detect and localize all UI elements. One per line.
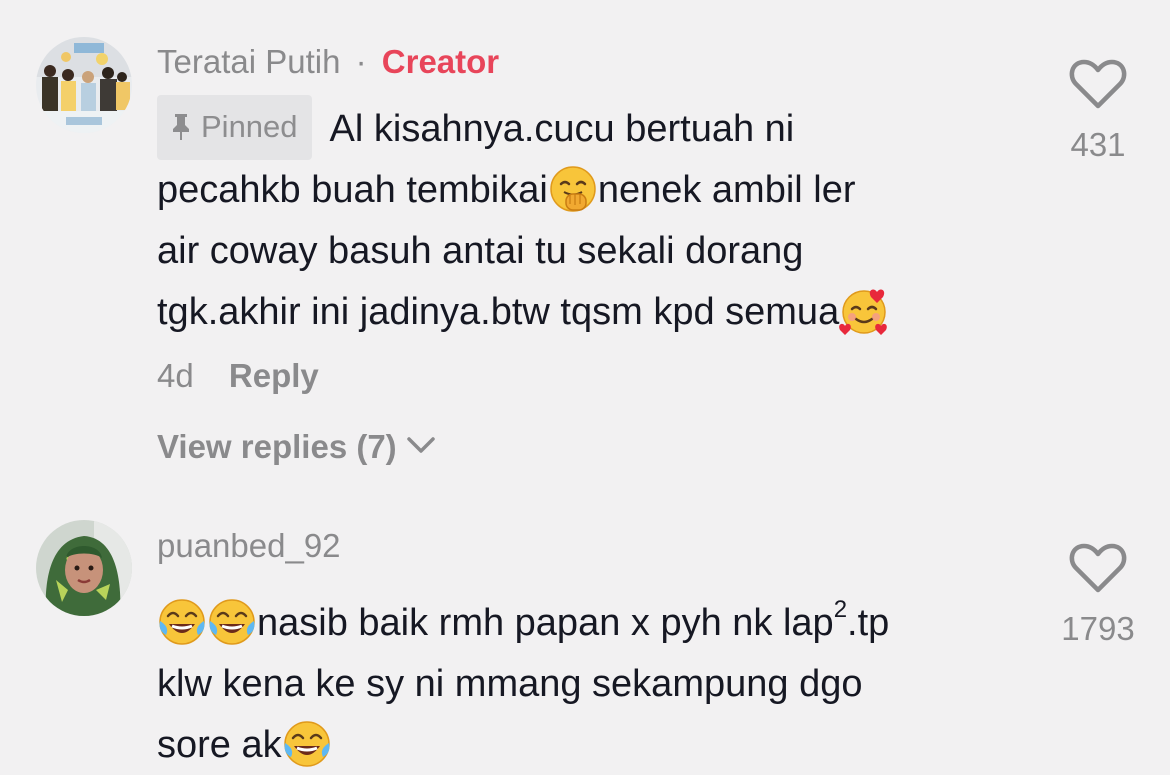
comment-meta: 4d Reply xyxy=(157,357,319,395)
comment-list: Teratai Putih · Creator Pinned Al kisahny… xyxy=(0,0,1170,775)
view-replies-button[interactable]: View replies (7) xyxy=(157,428,437,466)
like-count: 1793 xyxy=(1061,610,1135,647)
reply-button[interactable]: Reply xyxy=(229,357,319,394)
avatar[interactable] xyxy=(36,520,132,616)
comment-line: Al kisahnya.cucu bertuah ni xyxy=(329,108,795,150)
smiling-face-with-hearts-icon xyxy=(839,288,889,336)
comment-line: air coway basuh antai tu sekali dorang xyxy=(157,230,804,272)
heart-icon[interactable] xyxy=(1069,542,1127,594)
comment-line: klw kena ke sy ni mmang sekampung dgo xyxy=(157,663,863,705)
view-replies-label: View replies (7) xyxy=(157,428,397,465)
comment-line: pecahkb buah tembikai xyxy=(157,169,548,211)
author-name[interactable]: Teratai Putih xyxy=(157,43,340,80)
chevron-down-icon xyxy=(406,437,435,453)
superscript: 2 xyxy=(833,596,848,623)
pinned-badge: Pinned xyxy=(157,95,312,160)
pinned-label: Pinned xyxy=(201,109,298,144)
like-control: 431 xyxy=(1033,58,1163,164)
separator: · xyxy=(355,43,367,80)
comment-line: .tp xyxy=(847,602,890,644)
comment-line: nasib baik rmh papan x pyh nk lap xyxy=(257,602,834,644)
comment-line: tgk.akhir ini jadinya.btw tqsm kpd semua xyxy=(157,291,840,333)
timestamp: 4d xyxy=(157,357,194,394)
creator-badge: Creator xyxy=(381,43,500,80)
author-name[interactable]: puanbed_92 xyxy=(157,527,341,564)
face-with-tears-of-joy-icon xyxy=(282,720,331,768)
comment-line: nenek ambil ler xyxy=(597,169,856,211)
author-row: puanbed_92 xyxy=(157,527,341,565)
author-row: Teratai Putih · Creator xyxy=(157,43,499,81)
comment-text: nasib baik rmh papan x pyh nk lap2.tp kl… xyxy=(157,579,1047,775)
heart-icon[interactable] xyxy=(1069,58,1127,110)
comment-text: Pinned Al kisahnya.cucu bertuah ni pecahk… xyxy=(157,95,1047,343)
like-control: 1793 xyxy=(1033,542,1163,648)
avatar[interactable] xyxy=(36,37,132,133)
face-with-tears-of-joy-icon xyxy=(158,598,206,646)
like-count: 431 xyxy=(1070,126,1126,163)
face-with-tears-of-joy-icon xyxy=(208,598,256,646)
comment-line: sore ak xyxy=(157,724,282,766)
face-with-hand-over-mouth-icon xyxy=(549,165,597,213)
pin-icon xyxy=(173,114,189,140)
